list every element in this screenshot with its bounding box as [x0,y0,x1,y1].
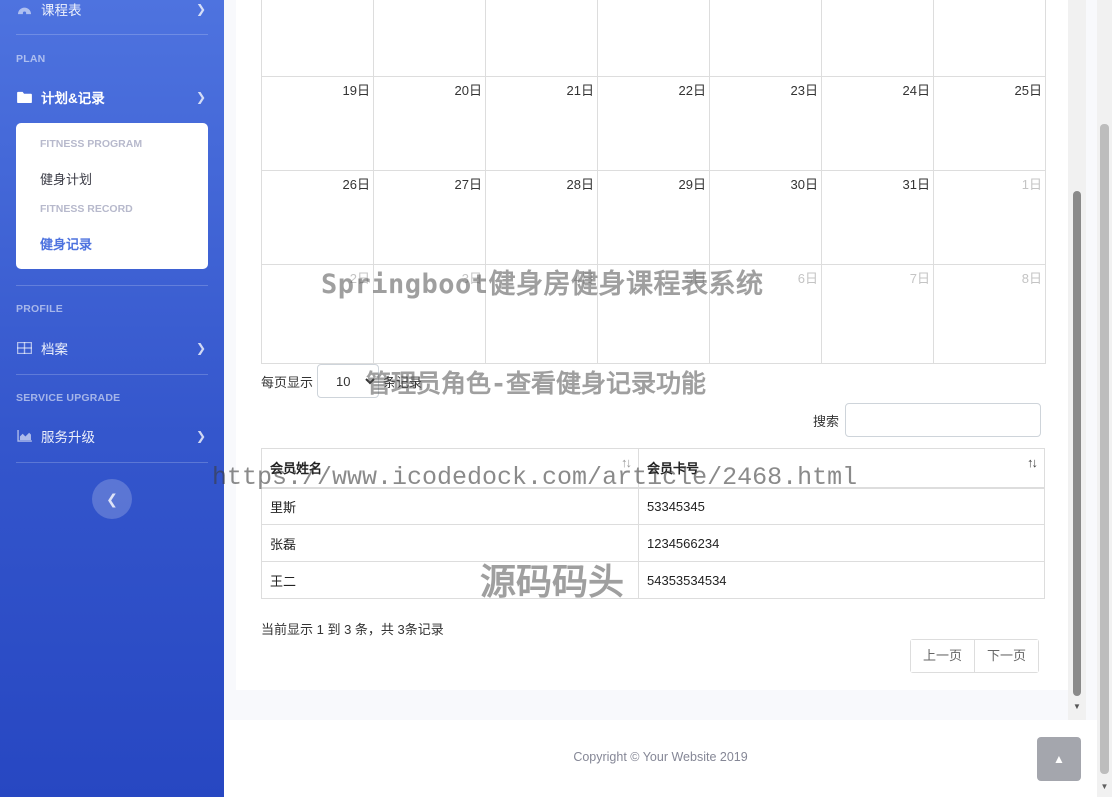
search-input[interactable] [845,403,1042,437]
calendar-week-row: 19日 20日 21日 22日 23日 24日 25日 [261,76,1046,171]
calendar-day-cell[interactable]: 28日 [485,170,598,265]
cell-member-name: 张磊 [261,524,639,562]
table-row: 里斯 53345345 [261,487,1045,525]
calendar-day-cell[interactable] [821,0,934,77]
sidebar-item-service-upgrade[interactable]: 服务升级 ❯ [16,426,208,446]
page-length-control: 每页显示 10 条记录 [261,364,422,398]
footer-copyright: Copyright © Your Website 2019 [573,750,748,764]
sidebar-collapse-menu: FITNESS PROGRAM 健身计划 FITNESS RECORD 健身记录 [16,123,208,269]
column-header-member-name[interactable]: 会员姓名 ↑↓ [261,448,639,489]
chevron-right-icon: ❯ [195,341,207,355]
chevron-down-icon: ❯ [195,90,207,104]
calendar-day-cell[interactable] [597,0,710,77]
prev-page-button[interactable]: 上一页 [911,640,975,672]
cell-card-number: 1234566234 [638,524,1045,562]
calendar-day-cell[interactable]: 2日 [261,264,374,364]
calendar-day-cell[interactable]: 26日 [261,170,374,265]
sidebar-toggle-button[interactable]: ❮ [92,479,132,519]
calendar-day-cell[interactable]: 8日 [933,264,1046,364]
column-header-label: 会员卡号 [647,461,700,477]
sidebar-divider [16,462,208,463]
calendar-day-cell[interactable]: 7日 [821,264,934,364]
cell-card-number: 53345345 [638,487,1045,525]
page-length-prefix: 每页显示 [261,374,314,390]
calendar-day-cell[interactable] [709,0,822,77]
calendar-day-cell[interactable]: 31日 [821,170,934,265]
calendar-day-cell[interactable] [373,0,486,77]
search-label: 搜索 [813,413,840,429]
calendar-day-cell[interactable]: 20日 [373,76,486,171]
scroll-to-top-button[interactable]: ▲ [1037,737,1081,781]
member-record-table: 会员姓名 ↑↓ 会员卡号 ↑↓ 里斯 53345345 张磊 123456623… [261,448,1045,599]
cell-member-name: 王二 [261,561,639,599]
calendar-day-cell[interactable]: 27日 [373,170,486,265]
calendar-day-cell[interactable]: 29日 [597,170,710,265]
table-info: 当前显示 1 到 3 条，共 3条记录 [261,622,444,637]
sidebar-heading-plan: PLAN [16,53,46,65]
table-row: 张磊 1234566234 [261,524,1045,562]
sidebar-item-label: 计划&记录 [41,91,105,106]
calendar-day-cell[interactable]: 4日 [485,264,598,364]
scroll-down-arrow-icon[interactable]: ▼ [1070,702,1084,712]
next-page-button[interactable]: 下一页 [974,640,1039,672]
sidebar-item-label: 档案 [41,342,68,357]
chevron-left-icon: ❮ [106,490,118,507]
sidebar-item-profile[interactable]: 档案 ❯ [16,338,208,358]
folder-icon [16,90,32,104]
collapse-item-fitness-plan[interactable]: 健身计划 [40,169,92,188]
sidebar-item-label: 服务升级 [41,430,95,445]
sidebar-item-plan-record[interactable]: 计划&记录 ❯ [16,87,208,107]
calendar-week-row: 2日 3日 4日 5日 6日 7日 8日 [261,264,1046,364]
collapse-heading-fitness-program: FITNESS PROGRAM [40,138,143,150]
table-icon [16,341,32,355]
table-row: 王二 54353534534 [261,561,1045,599]
page-scrollbar-thumb[interactable] [1100,124,1109,774]
chevron-right-icon: ❯ [195,2,207,16]
inner-scrollbar-thumb[interactable] [1073,191,1081,696]
pagination: 上一页 下一页 [910,639,1040,673]
sidebar-divider [16,34,208,35]
calendar-week-row [261,0,1046,77]
sidebar-divider [16,374,208,375]
page-scroll-down-arrow-icon[interactable]: ▼ [1098,782,1111,792]
column-header-card-number[interactable]: 会员卡号 ↑↓ [638,448,1045,489]
calendar-day-cell[interactable]: 21日 [485,76,598,171]
sidebar-heading-profile: PROFILE [16,303,63,315]
sidebar-divider [16,285,208,286]
collapse-heading-fitness-record: FITNESS RECORD [40,203,133,215]
chart-area-icon [16,429,32,443]
dashboard-icon [16,2,32,16]
calendar-day-cell[interactable] [485,0,598,77]
sidebar: 课程表 ❯ PLAN 计划&记录 ❯ FITNESS PROGRAM 健身计划 … [0,0,224,797]
calendar-day-cell[interactable] [933,0,1046,77]
sidebar-heading-service: SERVICE UPGRADE [16,392,121,404]
chevron-up-icon: ▲ [1053,752,1065,766]
sidebar-item-label: 课程表 [41,3,82,18]
page-length-select[interactable]: 10 [317,364,380,398]
calendar-day-cell[interactable]: 3日 [373,264,486,364]
calendar-grid: 19日 20日 21日 22日 23日 24日 25日 26日 27日 28日 29日 30日 31日 1… [261,0,1046,364]
calendar-day-cell[interactable]: 23日 [709,76,822,171]
sidebar-item-schedule[interactable]: 课程表 ❯ [16,0,208,19]
collapse-item-fitness-record[interactable]: 健身记录 [40,234,92,253]
calendar-day-cell[interactable]: 6日 [709,264,822,364]
calendar-day-cell[interactable]: 24日 [821,76,934,171]
calendar-day-cell[interactable]: 25日 [933,76,1046,171]
page-length-suffix: 条记录 [383,374,423,390]
calendar-day-cell[interactable]: 5日 [597,264,710,364]
cell-member-name: 里斯 [261,487,639,525]
calendar-day-cell[interactable]: 1日 [933,170,1046,265]
chevron-right-icon: ❯ [195,429,207,443]
column-header-label: 会员姓名 [270,461,323,477]
calendar-day-cell[interactable]: 19日 [261,76,374,171]
sort-icon: ↑↓ [1027,455,1038,470]
cell-card-number: 54353534534 [638,561,1045,599]
calendar-day-cell[interactable]: 30日 [709,170,822,265]
table-search: 搜索 [813,403,1042,437]
calendar-day-cell[interactable] [261,0,374,77]
calendar-week-row: 26日 27日 28日 29日 30日 31日 1日 [261,170,1046,265]
calendar-day-cell[interactable]: 22日 [597,76,710,171]
sort-icon: ↑↓ [621,455,632,470]
